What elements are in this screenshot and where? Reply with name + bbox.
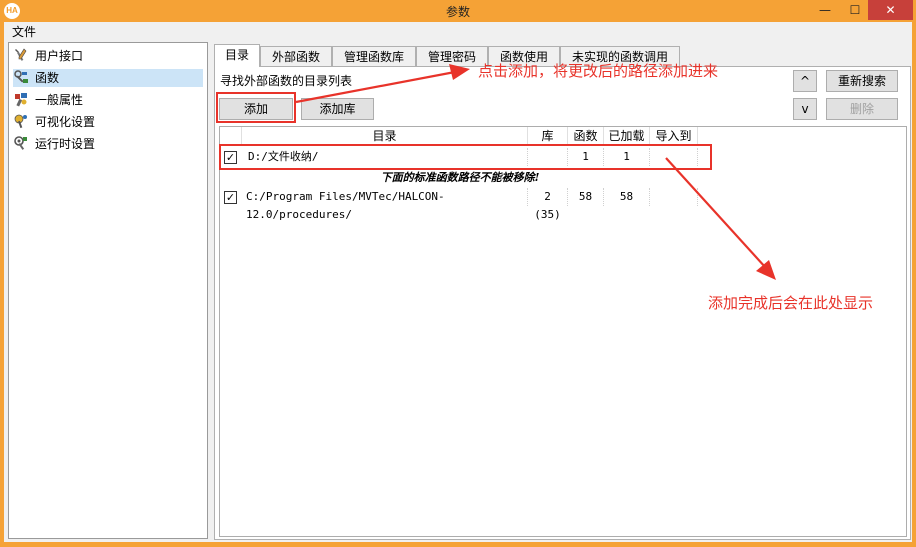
row-library: 2 (35) [528,188,568,221]
general-properties-icon [13,91,29,107]
chevron-up-icon: ^ [799,74,811,88]
delete-button[interactable]: 删除 [826,98,898,120]
tab-manage-libraries[interactable]: 管理函数库 [332,46,416,66]
row-loaded: 58 [604,188,650,206]
column-header-import-to[interactable]: 导入到 [650,127,698,145]
minimize-button[interactable]: — [808,0,842,20]
chevron-down-icon: v [801,102,809,116]
tree-item-user-interface[interactable]: 用户接口 [13,47,203,65]
close-button[interactable]: ✕ [868,0,913,20]
add-library-button[interactable]: 添加库 [301,98,374,120]
section-label: 寻找外部函数的目录列表 [220,74,353,88]
menu-file[interactable]: 文件 [12,23,36,40]
tree-item-label: 运行时设置 [35,137,96,151]
standard-paths-notice: 下面的标准函数路径不能被移除! [380,171,540,184]
menu-bar: 文件 [4,22,912,40]
move-down-button[interactable]: v [793,98,817,120]
window-frame-left [0,22,4,547]
tree-item-visualization[interactable]: 可视化设置 [13,113,203,131]
tree-item-label: 用户接口 [35,49,84,63]
row-import-to [650,188,698,206]
window-frame-right [912,22,916,547]
tab-external-functions[interactable]: 外部函数 [260,46,332,66]
column-header-check [220,127,242,145]
tree-item-runtime[interactable]: 运行时设置 [13,135,203,153]
tab-directory[interactable]: 目录 [214,44,260,67]
wrench-pencil-icon [13,47,29,63]
runtime-settings-icon [13,135,29,151]
column-header-directory[interactable]: 目录 [242,127,528,145]
title-bar: HA 参数 — ☐ ✕ [0,0,916,22]
window-title: 参数 [445,5,470,19]
row-checkbox[interactable]: ✓ [224,191,237,204]
row-path: C:/Program Files/MVTec/HALCON-12.0/proce… [246,188,528,221]
result-hint-annotation: 添加完成后会在此处显示 [708,294,874,312]
visualization-icon [13,113,29,129]
function-tools-icon [13,69,29,85]
column-header-loaded[interactable]: 已加载 [604,127,650,145]
window-frame-bottom [0,542,916,547]
column-header-functions[interactable]: 函数 [568,127,604,145]
rescan-button[interactable]: 重新搜索 [826,70,898,92]
new-row-highlight [219,144,712,170]
row-functions: 58 [568,188,604,206]
tree-item-general-properties[interactable]: 一般属性 [13,91,203,109]
move-up-button[interactable]: ^ [793,70,817,92]
add-button-highlight [216,92,296,123]
add-hint-annotation: 点击添加，将更改后的路径添加进来 [478,62,719,80]
tree-item-label: 函数 [35,71,60,85]
column-header-library[interactable]: 库 [528,127,568,145]
directory-list: 目录 库 函数 已加载 导入到 ✓ D:/文件收纳/ 1 1 下面的标准函数路径… [219,126,907,537]
tree-item-label: 可视化设置 [35,115,96,129]
tree-item-functions[interactable]: 函数 [13,69,203,87]
settings-tree: 用户接口 函数 一般属性 可视化设置 运行时设置 [8,42,208,539]
maximize-button[interactable]: ☐ [842,0,868,20]
tree-item-label: 一般属性 [35,93,84,107]
